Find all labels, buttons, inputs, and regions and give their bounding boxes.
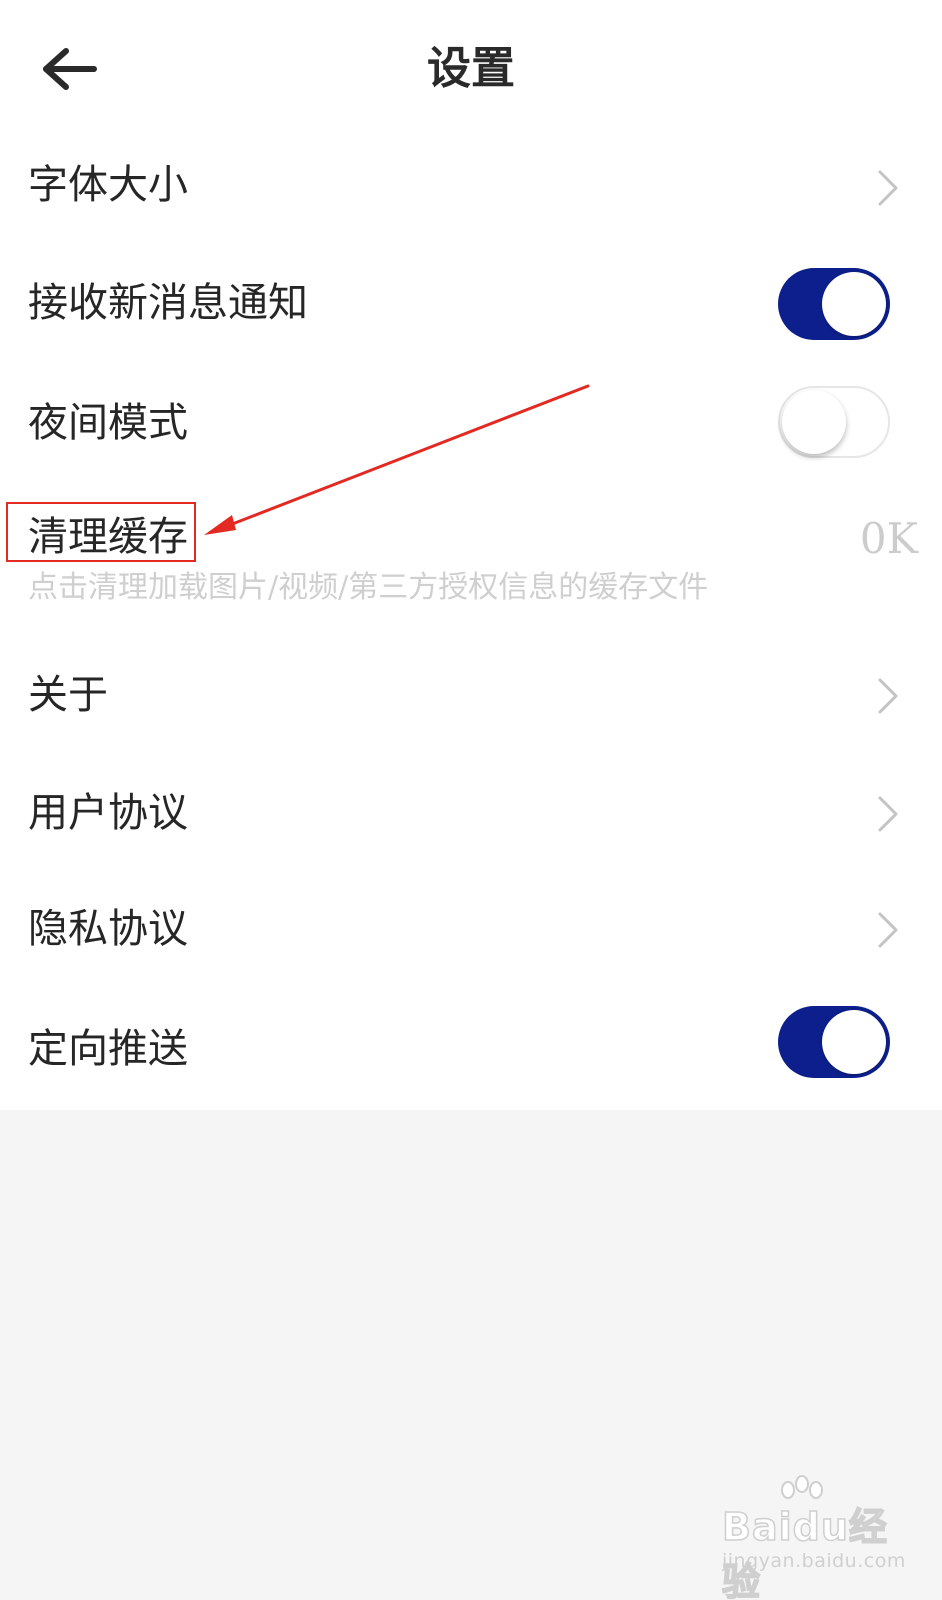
setting-night-mode: 夜间模式 <box>0 370 942 480</box>
back-button[interactable] <box>30 36 110 102</box>
setting-privacy-agreement[interactable]: 隐私协议 <box>0 876 942 986</box>
watermark-url: jingyan.baidu.com <box>722 1550 906 1572</box>
page-title: 设置 <box>427 43 515 94</box>
arrow-left-icon <box>43 48 97 90</box>
setting-new-message-notify-label: 接收新消息通知 <box>28 280 308 326</box>
watermark-brand: Baidu经验 <box>721 1504 888 1600</box>
setting-font-size-label: 字体大小 <box>28 162 188 208</box>
setting-about-label: 关于 <box>28 672 108 718</box>
toggle-knob <box>822 272 886 336</box>
header: 设置 <box>0 0 942 140</box>
chevron-right-icon <box>878 796 898 832</box>
setting-clear-cache[interactable]: 清理缓存 0K 点击清理加载图片/视频/第三方授权信息的缓存文件 <box>0 490 942 620</box>
settings-panel: 设置 字体大小 接收新消息通知 夜间模式 清理缓存 0K 点击清理加载图片/视频… <box>0 0 942 1110</box>
chevron-right-icon <box>878 170 898 206</box>
chevron-right-icon <box>878 912 898 948</box>
baidu-watermark: Baidu经验 jingyan.baidu.com <box>718 1474 908 1600</box>
new-message-notify-toggle[interactable] <box>778 268 890 340</box>
setting-user-agreement-label: 用户协议 <box>28 790 188 836</box>
setting-user-agreement[interactable]: 用户协议 <box>0 760 942 870</box>
setting-privacy-agreement-label: 隐私协议 <box>28 906 188 952</box>
setting-targeted-push: 定向推送 <box>0 990 942 1100</box>
cache-description: 点击清理加载图片/视频/第三方授权信息的缓存文件 <box>28 570 709 605</box>
setting-about[interactable]: 关于 <box>0 640 942 750</box>
setting-new-message-notify: 接收新消息通知 <box>0 250 942 360</box>
setting-night-mode-label: 夜间模式 <box>28 400 188 446</box>
setting-clear-cache-label: 清理缓存 <box>28 514 188 560</box>
cache-size-value: 0K <box>859 514 918 563</box>
setting-font-size[interactable]: 字体大小 <box>0 140 942 240</box>
night-mode-toggle[interactable] <box>778 386 890 458</box>
toggle-knob <box>822 1010 886 1074</box>
paw-icon <box>781 1475 823 1499</box>
setting-targeted-push-label: 定向推送 <box>28 1026 188 1072</box>
chevron-right-icon <box>878 678 898 714</box>
toggle-knob <box>782 390 846 454</box>
targeted-push-toggle[interactable] <box>778 1006 890 1078</box>
settings-page: 设置 字体大小 接收新消息通知 夜间模式 清理缓存 0K 点击清理加载图片/视频… <box>0 0 942 1600</box>
